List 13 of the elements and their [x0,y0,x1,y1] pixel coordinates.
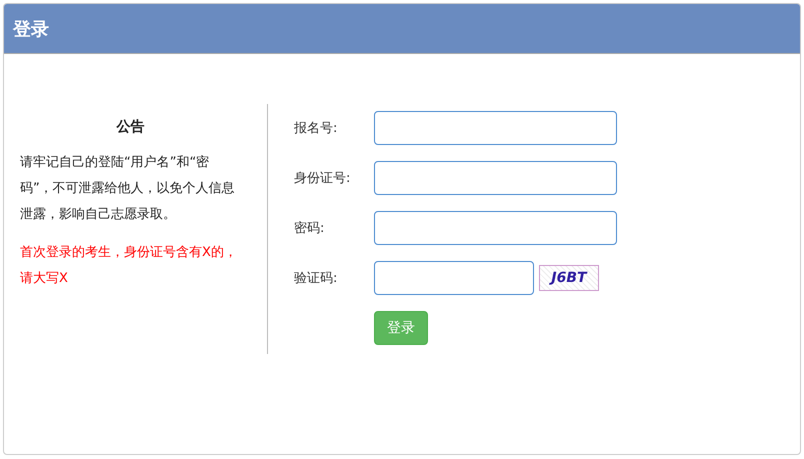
notice-title: 公告 [115,118,146,136]
field-label: 密码: [294,220,326,237]
password-field[interactable] [374,211,617,245]
notice-text: 请牢记自己的登陆“用户名”和“密码”，不可泄露给他人，以免个人信息泄露，影响自己志愿录取。 [20,154,236,224]
input-field[interactable] [374,111,617,145]
input-field[interactable] [374,161,617,195]
panel-title: 登录 [13,18,49,40]
field-label: 报名号: [294,120,338,137]
captcha-field[interactable] [374,261,534,295]
field-label: 身份证号: [294,170,352,187]
captcha-image[interactable]: J6BT [539,265,599,291]
field-label: 验证码: [294,270,338,287]
notice-text: 首次登录的考生，身份证号含有X的，请大写X [20,244,238,288]
